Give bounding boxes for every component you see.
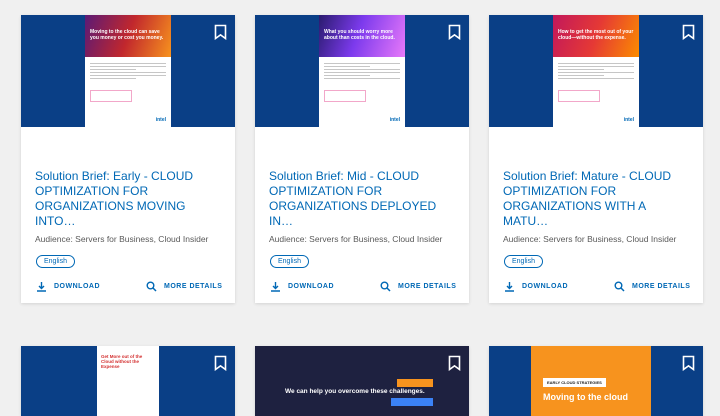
bookmark-icon[interactable] — [682, 24, 695, 40]
card-audience: Audience: Servers for Business, Cloud In… — [269, 234, 443, 244]
card-audience: Audience: Servers for Business, Cloud In… — [35, 234, 209, 244]
download-link[interactable]: DOWNLOAD — [270, 281, 334, 292]
bookmark-icon[interactable] — [448, 355, 461, 371]
asset-card[interactable]: Moving to the cloud can save you money o… — [21, 15, 235, 303]
card-thumbnail[interactable]: We can help you overcome these challenge… — [255, 346, 469, 416]
card-thumbnail[interactable]: EARLY CLOUD STRATEGIES Moving to the clo… — [489, 346, 703, 416]
asset-card[interactable]: How to get the most out of your cloud—wi… — [489, 15, 703, 303]
thumb-headline: Moving to the cloud can save you money o… — [90, 29, 164, 41]
search-icon — [146, 281, 157, 292]
card-thumbnail[interactable]: Moving to the cloud can save you money o… — [21, 15, 235, 127]
asset-card[interactable]: We can help you overcome these challenge… — [255, 346, 469, 416]
download-label: DOWNLOAD — [522, 283, 568, 290]
language-badge: English — [270, 255, 309, 268]
more-details-label: MORE DETAILS — [164, 283, 223, 290]
card-audience: Audience: Servers for Business, Cloud In… — [503, 234, 677, 244]
card-thumbnail[interactable]: How to get the most out of your cloud—wi… — [489, 15, 703, 127]
intel-logo: intel — [623, 117, 634, 123]
bookmark-icon[interactable] — [214, 24, 227, 40]
thumb-headline: How to get the most out of your cloud—wi… — [558, 29, 634, 41]
language-badge: English — [504, 255, 543, 268]
intel-logo: intel — [389, 117, 400, 123]
document-preview: We can help you overcome these challenge… — [255, 346, 469, 416]
document-preview: What you should worry more about than co… — [319, 15, 405, 127]
card-thumbnail[interactable]: Get More out of the Cloud without the Ex… — [21, 346, 235, 416]
download-icon — [505, 282, 514, 292]
document-preview: EARLY CLOUD STRATEGIES Moving to the clo… — [531, 346, 651, 416]
more-details-link[interactable]: MORE DETAILS — [146, 281, 222, 292]
search-icon — [614, 281, 625, 292]
document-preview: Moving to the cloud can save you money o… — [85, 15, 171, 127]
thumb-tag: EARLY CLOUD STRATEGIES — [543, 378, 606, 387]
bookmark-icon[interactable] — [448, 24, 461, 40]
language-badge: English — [36, 255, 75, 268]
thumb-headline: What you should worry more about than co… — [324, 29, 395, 41]
more-details-label: MORE DETAILS — [398, 283, 457, 290]
download-link[interactable]: DOWNLOAD — [36, 281, 100, 292]
download-icon — [37, 282, 46, 292]
download-label: DOWNLOAD — [54, 283, 100, 290]
download-label: DOWNLOAD — [288, 283, 334, 290]
document-preview: How to get the most out of your cloud—wi… — [553, 15, 639, 127]
asset-card[interactable]: EARLY CLOUD STRATEGIES Moving to the clo… — [489, 346, 703, 416]
more-details-link[interactable]: MORE DETAILS — [380, 281, 456, 292]
thumb-headline: We can help you overcome these challenge… — [285, 388, 425, 395]
search-icon — [380, 281, 391, 292]
more-details-label: MORE DETAILS — [632, 283, 691, 290]
more-details-link[interactable]: MORE DETAILS — [614, 281, 690, 292]
download-icon — [271, 282, 280, 292]
thumb-headline: Moving to the cloud — [543, 392, 628, 402]
bookmark-icon[interactable] — [682, 355, 695, 371]
download-link[interactable]: DOWNLOAD — [504, 281, 568, 292]
thumb-headline: Get More out of the Cloud without the Ex… — [101, 354, 143, 369]
card-thumbnail[interactable]: What you should worry more about than co… — [255, 15, 469, 127]
asset-card[interactable]: Get More out of the Cloud without the Ex… — [21, 346, 235, 416]
card-title[interactable]: Solution Brief: Early - CLOUD OPTIMIZATI… — [35, 169, 225, 229]
card-title[interactable]: Solution Brief: Mid - CLOUD OPTIMIZATION… — [269, 169, 459, 229]
bookmark-icon[interactable] — [214, 355, 227, 371]
asset-card[interactable]: What you should worry more about than co… — [255, 15, 469, 303]
document-preview: Get More out of the Cloud without the Ex… — [97, 346, 159, 416]
card-title[interactable]: Solution Brief: Mature - CLOUD OPTIMIZAT… — [503, 169, 693, 229]
intel-logo: intel — [155, 117, 166, 123]
